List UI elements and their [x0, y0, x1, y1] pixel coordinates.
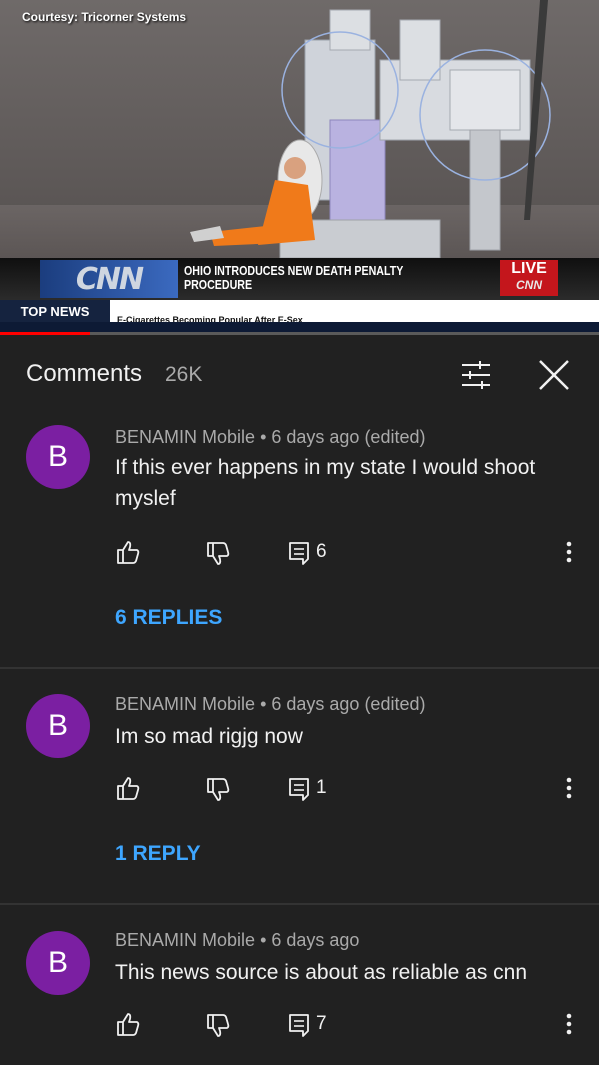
more-options-icon[interactable]: [556, 775, 582, 801]
comment-meta: BENAMIN Mobile • 6 days ago (edited): [115, 694, 425, 715]
comment-time: 6 days ago (edited): [271, 427, 426, 447]
comment-time: 6 days ago (edited): [271, 694, 426, 714]
video-robot-scene: [190, 0, 551, 258]
ticker-bottom-bar: [0, 322, 599, 332]
view-replies-link[interactable]: 6 REPLIES: [115, 606, 222, 630]
more-options-icon[interactable]: [556, 539, 582, 565]
thumbs-down-icon[interactable]: [205, 777, 231, 803]
thumbs-down-icon[interactable]: [205, 1013, 231, 1039]
more-options-icon[interactable]: [556, 1011, 582, 1037]
thumbs-up-icon[interactable]: [115, 1011, 141, 1037]
video-courtesy-caption: Courtesy: Tricorner Systems: [22, 10, 187, 24]
comment-author[interactable]: BENAMIN Mobile: [115, 427, 255, 447]
comment-text: This news source is about as reliable as…: [115, 961, 528, 984]
comments-count: 26K: [165, 363, 203, 386]
comment-author[interactable]: BENAMIN Mobile: [115, 694, 255, 714]
thumbs-up-icon[interactable]: [115, 539, 141, 565]
reply-count: 7: [316, 1013, 327, 1034]
comment-text: If this ever happens in my state I would…: [115, 456, 536, 510]
reply-icon[interactable]: [287, 1012, 313, 1038]
avatar[interactable]: B: [26, 694, 90, 758]
news-banner: CNN OHIO INTRODUCES NEW DEATH PENALTY PR…: [0, 258, 599, 300]
avatar[interactable]: B: [26, 931, 90, 995]
comment-thread: B BENAMIN Mobile • 6 days ago (edited) I…: [0, 669, 599, 905]
close-icon[interactable]: [536, 357, 572, 393]
comment-author[interactable]: BENAMIN Mobile: [115, 930, 255, 950]
reply-icon[interactable]: [287, 540, 313, 566]
comment-thread: B BENAMIN Mobile • 6 days ago (edited) I…: [0, 415, 599, 669]
network-logo: CNN: [40, 260, 178, 298]
thumbs-up-icon[interactable]: [115, 775, 141, 801]
live-label: LIVE: [511, 260, 547, 277]
view-replies-link[interactable]: 1 REPLY: [115, 842, 201, 866]
thumbs-down-icon[interactable]: [205, 541, 231, 567]
news-ticker: TOP NEWS E-Cigarettes Becoming Popular A…: [0, 300, 599, 325]
filter-sort-icon[interactable]: [458, 357, 494, 393]
meta-separator: •: [260, 694, 272, 714]
meta-separator: •: [260, 427, 272, 447]
news-headline: OHIO INTRODUCES NEW DEATH PENALTY PROCED…: [184, 263, 404, 292]
reply-count: 6: [316, 541, 327, 562]
live-badge: LIVE CNN: [500, 260, 558, 296]
reply-count: 1: [316, 777, 327, 798]
video-player[interactable]: Courtesy: Tricorner Systems CNN OHIO INT…: [0, 0, 599, 335]
comment-thread: B BENAMIN Mobile • 6 days ago This news …: [0, 905, 599, 1065]
comment-meta: BENAMIN Mobile • 6 days ago (edited): [115, 427, 425, 448]
comments-title: Comments: [26, 360, 143, 387]
comment-text: Im so mad rigjg now: [115, 725, 303, 748]
meta-separator: •: [260, 930, 272, 950]
network-logo-text: CNN: [75, 261, 144, 297]
live-logo: CNN: [516, 278, 542, 292]
comment-time: 6 days ago: [271, 930, 360, 950]
comments-header: Comments 26K: [0, 335, 599, 416]
ticker-label: TOP NEWS: [0, 300, 110, 322]
reply-icon[interactable]: [287, 776, 313, 802]
comment-meta: BENAMIN Mobile • 6 days ago: [115, 930, 359, 951]
avatar[interactable]: B: [26, 425, 90, 489]
